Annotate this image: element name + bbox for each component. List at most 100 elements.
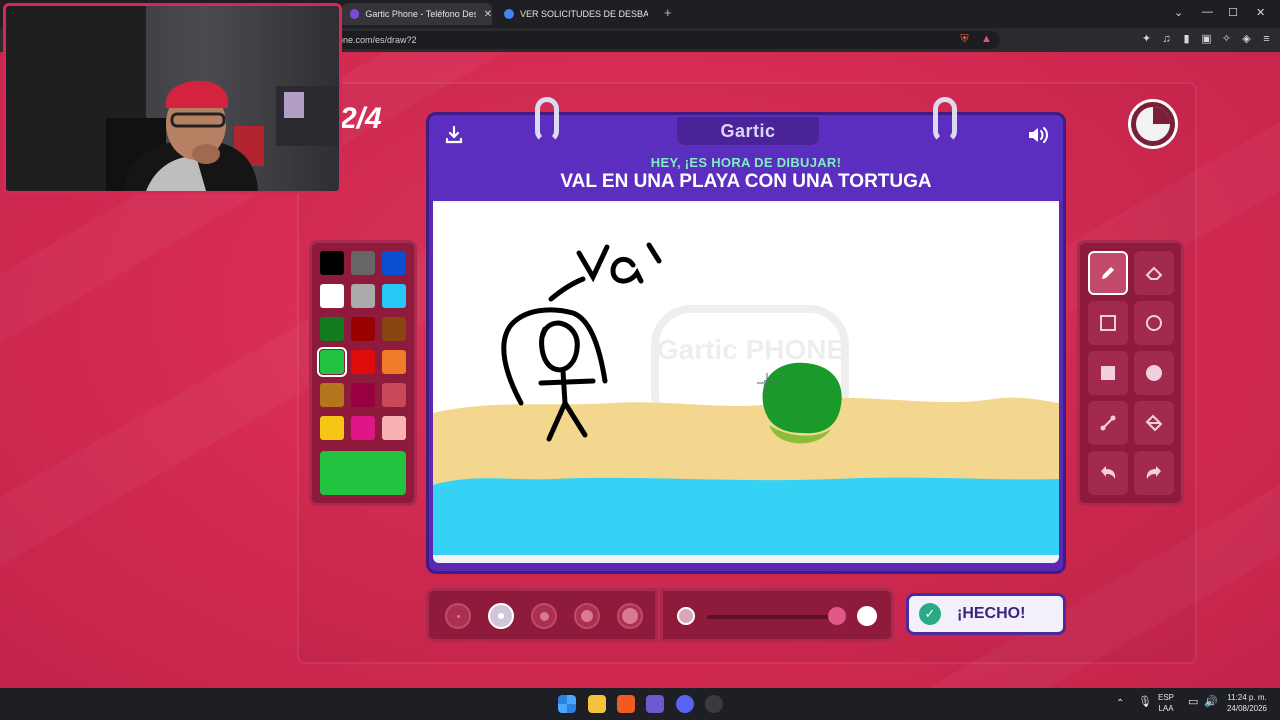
color-swatch[interactable] — [320, 284, 344, 308]
opacity-min-icon — [677, 607, 695, 625]
square-outline-icon — [1100, 315, 1116, 331]
notebook-ring — [535, 97, 559, 143]
color-swatch[interactable] — [382, 416, 406, 440]
undo-button[interactable] — [1088, 451, 1128, 495]
wallet-icon[interactable]: ▣ — [1200, 33, 1213, 46]
paint-bucket-icon — [1145, 414, 1163, 432]
extensions-icon[interactable]: ✦ — [1140, 33, 1153, 46]
opacity-slider-track[interactable] — [707, 615, 837, 619]
tray-overflow-icon[interactable]: ⌃ — [1116, 698, 1124, 709]
size-dot — [581, 610, 593, 622]
color-swatch[interactable] — [320, 251, 344, 275]
tab-list-icon[interactable]: ⌄ — [1174, 6, 1183, 19]
tab-title: Gartic Phone - Teléfono Descomp — [365, 9, 475, 19]
circle-outline-icon — [1146, 315, 1162, 331]
file-explorer-icon[interactable] — [588, 695, 606, 713]
sidebar-icon[interactable]: ▮ — [1180, 33, 1193, 46]
webcam-overlay — [3, 3, 342, 194]
color-swatch[interactable] — [351, 350, 375, 374]
rectangle-filled-tool-button[interactable] — [1088, 351, 1128, 395]
drawing-strokes: Gartic PHONE — [433, 242, 1059, 555]
leo-ai-icon[interactable]: ✧ — [1220, 33, 1233, 46]
val-handwriting-stroke — [548, 242, 662, 302]
color-swatch[interactable] — [320, 383, 344, 407]
line-tool-button[interactable] — [1088, 401, 1128, 445]
maximize-icon[interactable]: ☐ — [1228, 6, 1238, 19]
download-icon[interactable] — [441, 125, 467, 151]
clock[interactable]: 11:24 p. m. 24/08/2026 — [1222, 692, 1272, 714]
brush-size-2-button[interactable] — [488, 603, 514, 629]
checkmark-icon: ✓ — [919, 603, 941, 625]
notebook-ring — [933, 97, 957, 143]
chrome-icon[interactable] — [705, 695, 723, 713]
brave-shield-icon[interactable]: ⛨ — [958, 33, 971, 46]
brush-size-panel — [426, 588, 658, 642]
tab-gartic[interactable]: Gartic Phone - Teléfono Descomp ✕ — [342, 3, 492, 25]
brave-rewards-icon[interactable]: ▲ — [980, 33, 993, 46]
color-swatch[interactable] — [382, 317, 406, 341]
network-icon[interactable]: ▭ — [1188, 697, 1198, 708]
eraser-tool-button[interactable] — [1134, 251, 1174, 295]
redo-icon — [1146, 466, 1161, 479]
menu-icon[interactable]: ≡ — [1260, 33, 1273, 46]
color-swatch[interactable] — [317, 347, 347, 377]
color-swatch[interactable] — [320, 317, 344, 341]
sound-icon[interactable] — [1025, 125, 1051, 151]
vpn-icon[interactable]: ◈ — [1240, 33, 1253, 46]
game-controller-icon[interactable] — [646, 695, 664, 713]
color-swatch[interactable] — [320, 416, 344, 440]
opacity-slider-panel — [660, 588, 894, 642]
tab-desbaneo[interactable]: VER SOLICITUDES DE DESBANEO EN — [496, 3, 656, 25]
color-swatch[interactable] — [351, 251, 375, 275]
media-icon[interactable]: ♫ — [1160, 33, 1173, 46]
brush-size-5-button[interactable] — [617, 603, 643, 629]
line-icon — [1100, 415, 1116, 431]
language-indicator[interactable]: ESP LAA — [1158, 692, 1174, 714]
url-text: one.com/es/draw?2 — [338, 35, 417, 45]
color-swatch[interactable] — [382, 383, 406, 407]
volume-icon[interactable]: 🔊 — [1204, 697, 1218, 708]
square-filled-icon — [1101, 366, 1115, 380]
close-window-icon[interactable]: ✕ — [1256, 6, 1265, 19]
undo-icon — [1101, 466, 1116, 479]
rectangle-outline-tool-button[interactable] — [1088, 301, 1128, 345]
microphone-icon[interactable]: 🎙 — [1138, 697, 1152, 708]
discord-icon[interactable] — [676, 695, 694, 713]
brush-size-3-button[interactable] — [531, 603, 557, 629]
color-swatch[interactable] — [351, 284, 375, 308]
draw-subtitle: HEY, ¡ES HORA DE DIBUJAR! — [650, 155, 842, 170]
language-code: ESP — [1158, 693, 1175, 702]
fill-tool-button[interactable] — [1134, 401, 1174, 445]
redo-button[interactable] — [1134, 451, 1174, 495]
done-button[interactable]: ✓ ¡HECHO! — [906, 593, 1066, 635]
brush-size-4-button[interactable] — [574, 603, 600, 629]
clock-time: 11:24 p. m. — [1227, 693, 1267, 702]
sand-stroke — [433, 397, 1059, 485]
new-tab-button[interactable]: + — [664, 5, 672, 20]
close-tab-icon[interactable]: ✕ — [484, 9, 492, 20]
ellipse-filled-tool-button[interactable] — [1134, 351, 1174, 395]
url-field[interactable]: one.com/es/draw?2 — [330, 31, 1000, 49]
opacity-slider-handle[interactable] — [828, 607, 846, 625]
sea-stroke — [433, 477, 1059, 555]
color-swatch[interactable] — [382, 284, 406, 308]
size-dot — [498, 613, 504, 619]
brave-browser-icon[interactable] — [617, 695, 635, 713]
minimize-icon[interactable]: — — [1202, 6, 1213, 18]
drawing-canvas[interactable]: Gartic PHONE — [433, 203, 1059, 555]
start-icon[interactable] — [558, 695, 576, 713]
svg-text:Gartic PHONE: Gartic PHONE — [657, 334, 845, 365]
eraser-icon — [1145, 266, 1163, 280]
color-swatch[interactable] — [382, 251, 406, 275]
color-swatch[interactable] — [351, 317, 375, 341]
color-palette — [309, 240, 417, 506]
keyboard-layout: LAA — [1158, 704, 1174, 713]
pencil-tool-button[interactable] — [1088, 251, 1128, 295]
brush-size-1-button[interactable] — [445, 603, 471, 629]
ellipse-outline-tool-button[interactable] — [1134, 301, 1174, 345]
color-swatch[interactable] — [351, 383, 375, 407]
drawing-prompt: VAL EN UNA PLAYA CON UNA TORTUGA — [560, 171, 932, 192]
color-swatch[interactable] — [382, 350, 406, 374]
windows-taskbar: ⌃ 🎙 ESP LAA ▭ 🔊 11:24 p. m. 24/08/2026 — [0, 688, 1280, 720]
color-swatch[interactable] — [351, 416, 375, 440]
